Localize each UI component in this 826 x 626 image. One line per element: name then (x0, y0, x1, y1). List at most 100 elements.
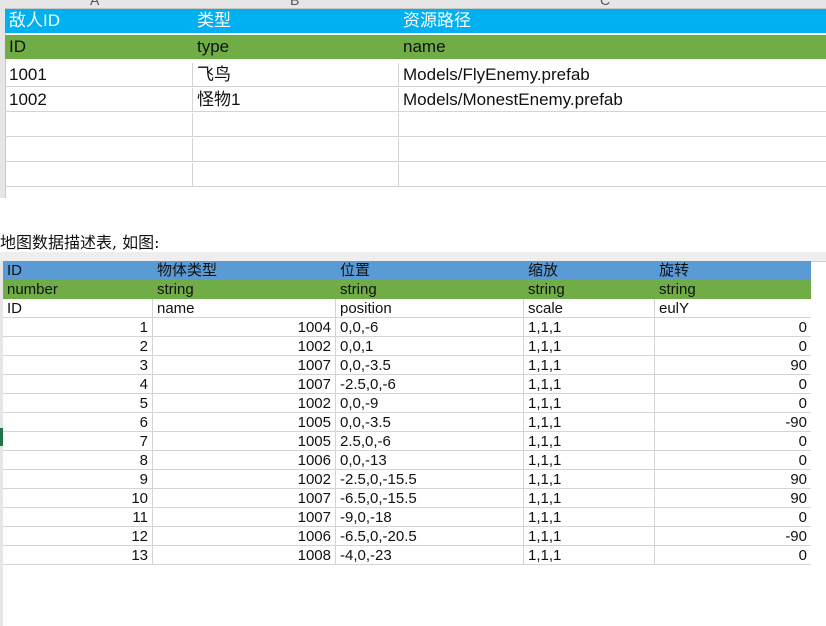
cell[interactable]: 12 (3, 527, 153, 546)
cell[interactable]: 1007 (153, 356, 336, 375)
cell[interactable]: ID (5, 35, 193, 59)
cell[interactable]: 1 (3, 318, 153, 337)
cell[interactable] (399, 113, 826, 137)
cell[interactable]: 9 (3, 470, 153, 489)
cell[interactable]: 位置 (336, 261, 524, 280)
cell[interactable]: 1002 (153, 470, 336, 489)
cell[interactable]: 4 (3, 375, 153, 394)
cell[interactable]: 1002 (153, 337, 336, 356)
cell[interactable]: name (399, 35, 826, 59)
cell[interactable]: 0,0,-6 (336, 318, 524, 337)
column-letter-c[interactable]: C (600, 0, 610, 8)
cell[interactable]: -9,0,-18 (336, 508, 524, 527)
cell[interactable]: string (655, 280, 811, 299)
cell[interactable]: 1,1,1 (524, 451, 655, 470)
cell[interactable]: 怪物1 (193, 88, 399, 112)
cell[interactable]: 1,1,1 (524, 394, 655, 413)
cell[interactable]: 2.5,0,-6 (336, 432, 524, 451)
cell[interactable]: 1007 (153, 489, 336, 508)
cell[interactable]: scale (524, 299, 655, 318)
cell[interactable] (193, 113, 399, 137)
cell[interactable]: 1008 (153, 546, 336, 565)
cell[interactable]: 0,0,1 (336, 337, 524, 356)
cell[interactable]: 1002 (153, 394, 336, 413)
cell[interactable]: ID (3, 261, 153, 280)
cell[interactable]: 1,1,1 (524, 413, 655, 432)
cell[interactable]: -2.5,0,-6 (336, 375, 524, 394)
cell[interactable]: 0 (655, 375, 811, 394)
cell[interactable]: 飞鸟 (193, 63, 399, 87)
cell[interactable] (5, 163, 193, 187)
cell[interactable]: 1,1,1 (524, 489, 655, 508)
cell[interactable]: 10 (3, 489, 153, 508)
cell[interactable]: Models/MonestEnemy.prefab (399, 88, 826, 112)
cell[interactable]: position (336, 299, 524, 318)
cell[interactable]: 资源路径 (399, 9, 826, 33)
cell[interactable]: 1001 (5, 63, 193, 87)
cell[interactable]: number (3, 280, 153, 299)
cell[interactable]: 6 (3, 413, 153, 432)
cell[interactable] (399, 138, 826, 162)
cell[interactable]: string (336, 280, 524, 299)
cell[interactable]: ID (3, 299, 153, 318)
cell[interactable]: 1006 (153, 451, 336, 470)
cell[interactable]: 0 (655, 451, 811, 470)
cell[interactable]: string (524, 280, 655, 299)
cell[interactable] (399, 163, 826, 187)
cell[interactable]: 0 (655, 337, 811, 356)
cell[interactable]: 2 (3, 337, 153, 356)
cell[interactable]: string (153, 280, 336, 299)
cell[interactable]: 1005 (153, 413, 336, 432)
cell[interactable]: 5 (3, 394, 153, 413)
cell[interactable]: 0,0,-3.5 (336, 356, 524, 375)
cell[interactable]: 0 (655, 546, 811, 565)
cell[interactable]: 0 (655, 394, 811, 413)
cell[interactable] (193, 163, 399, 187)
cell[interactable]: 13 (3, 546, 153, 565)
cell[interactable]: 1005 (153, 432, 336, 451)
cell[interactable]: 0 (655, 432, 811, 451)
cell[interactable]: type (193, 35, 399, 59)
cell[interactable]: 物体类型 (153, 261, 336, 280)
cell[interactable]: 1,1,1 (524, 356, 655, 375)
cell[interactable] (5, 113, 193, 137)
cell[interactable]: -6.5,0,-20.5 (336, 527, 524, 546)
cell[interactable]: 90 (655, 470, 811, 489)
cell[interactable]: 1,1,1 (524, 527, 655, 546)
cell[interactable]: name (153, 299, 336, 318)
cell[interactable]: 0,0,-13 (336, 451, 524, 470)
cell[interactable]: 旋转 (655, 261, 811, 280)
cell[interactable]: -90 (655, 413, 811, 432)
cell[interactable]: 1,1,1 (524, 375, 655, 394)
cell[interactable]: 8 (3, 451, 153, 470)
cell[interactable]: 1,1,1 (524, 546, 655, 565)
cell[interactable]: 类型 (193, 9, 399, 33)
cell[interactable]: 1,1,1 (524, 432, 655, 451)
cell[interactable]: 0 (655, 318, 811, 337)
cell[interactable]: 3 (3, 356, 153, 375)
cell[interactable]: 1002 (5, 88, 193, 112)
cell[interactable]: -4,0,-23 (336, 546, 524, 565)
cell[interactable]: 1006 (153, 527, 336, 546)
cell[interactable]: Models/FlyEnemy.prefab (399, 63, 826, 87)
cell[interactable]: -90 (655, 527, 811, 546)
cell[interactable]: eulY (655, 299, 811, 318)
cell[interactable]: 0,0,-3.5 (336, 413, 524, 432)
cell[interactable]: -6.5,0,-15.5 (336, 489, 524, 508)
cell[interactable]: 90 (655, 356, 811, 375)
cell[interactable]: 1,1,1 (524, 337, 655, 356)
cell[interactable]: 1,1,1 (524, 508, 655, 527)
cell[interactable]: 11 (3, 508, 153, 527)
cell[interactable] (5, 138, 193, 162)
cell[interactable]: 0,0,-9 (336, 394, 524, 413)
cell[interactable]: 缩放 (524, 261, 655, 280)
cell[interactable]: 1,1,1 (524, 318, 655, 337)
cell[interactable] (193, 138, 399, 162)
column-letter-b[interactable]: B (290, 0, 299, 8)
cell[interactable]: 敌人ID (5, 9, 193, 33)
cell[interactable]: 0 (655, 508, 811, 527)
cell[interactable]: 1007 (153, 375, 336, 394)
cell[interactable]: 90 (655, 489, 811, 508)
cell[interactable]: 1007 (153, 508, 336, 527)
column-letter-a[interactable]: A (90, 0, 99, 8)
